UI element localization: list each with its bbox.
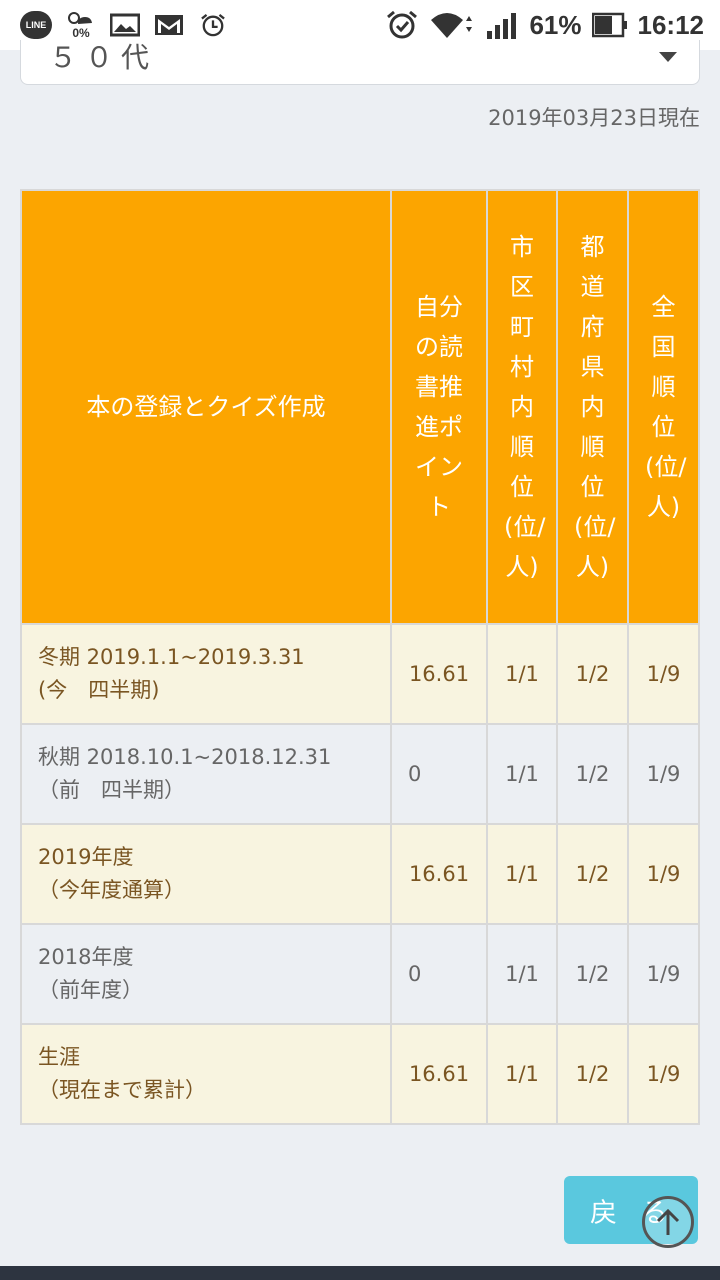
national-rank-cell: 1/9: [627, 923, 700, 1025]
weather-icon: 0%: [66, 11, 96, 39]
scroll-to-top-button[interactable]: [642, 1196, 694, 1248]
header-category: 本の登録とクイズ作成: [20, 189, 392, 625]
clock-time: 16:12: [637, 9, 705, 40]
ranking-table: 本の登録とクイズ作成 自分の読書推進ポイント 市区町村内順位(位/人) 都道府県…: [20, 189, 700, 1125]
period-label: 2018年度: [38, 945, 134, 969]
city-rank-cell: 1/1: [486, 723, 558, 825]
table-row: 秋期 2018.10.1~2018.12.31 （前 四半期） 0 1/1 1/2…: [20, 723, 700, 825]
row-period: 秋期 2018.10.1~2018.12.31 （前 四半期）: [20, 723, 392, 825]
points-cell: 16.61: [390, 623, 488, 725]
header-national-rank: 全国順位(位/人): [627, 189, 700, 625]
wifi-icon: [431, 13, 473, 38]
age-group-select[interactable]: ５０代: [20, 40, 700, 85]
footer-bar: [0, 1266, 720, 1280]
table-header-row: 本の登録とクイズ作成 自分の読書推進ポイント 市区町村内順位(位/人) 都道府県…: [20, 189, 700, 625]
header-points: 自分の読書推進ポイント: [390, 189, 488, 625]
points-cell: 0: [390, 723, 488, 825]
battery-icon: [591, 12, 627, 38]
city-rank-cell: 1/1: [486, 923, 558, 1025]
as-of-date: 2019年03月23日現在: [488, 106, 700, 130]
alarm-clock-icon: [387, 10, 418, 39]
pref-rank-cell: 1/2: [556, 623, 629, 725]
alarm-icon: [201, 13, 225, 37]
battery-percent: 61%: [529, 9, 582, 40]
row-period: 冬期 2019.1.1~2019.3.31 (今 四半期): [20, 623, 392, 725]
row-period: 2019年度 （今年度通算）: [20, 823, 392, 925]
period-label: 2019年度: [38, 845, 134, 869]
header-city-rank: 市区町村内順位(位/人): [486, 189, 558, 625]
row-period: 2018年度 （前年度）: [20, 923, 392, 1025]
national-rank-cell: 1/9: [627, 1023, 700, 1125]
table-row: 生涯 （現在まで累計） 16.61 1/1 1/2 1/9: [20, 1023, 700, 1125]
pref-rank-cell: 1/2: [556, 1023, 629, 1125]
city-rank-cell: 1/1: [486, 1023, 558, 1125]
pref-rank-cell: 1/2: [556, 723, 629, 825]
national-rank-cell: 1/9: [627, 623, 700, 725]
national-rank-cell: 1/9: [627, 823, 700, 925]
city-rank-cell: 1/1: [486, 823, 558, 925]
table-row: 冬期 2019.1.1~2019.3.31 (今 四半期) 16.61 1/1 1…: [20, 623, 700, 725]
points-cell: 16.61: [390, 823, 488, 925]
period-sub: （前年度）: [38, 978, 143, 1002]
gmail-icon: [155, 15, 183, 35]
period-label: 秋期 2018.10.1~2018.12.31: [38, 745, 332, 769]
line-icon: LINE: [20, 11, 52, 39]
points-cell: 16.61: [390, 1023, 488, 1125]
row-period: 生涯 （現在まで累計）: [20, 1023, 392, 1125]
table-row: 2018年度 （前年度） 0 1/1 1/2 1/9: [20, 923, 700, 1025]
points-cell: 0: [390, 923, 488, 1025]
period-sub: (今 四半期): [38, 678, 160, 702]
national-rank-cell: 1/9: [627, 723, 700, 825]
pref-rank-cell: 1/2: [556, 823, 629, 925]
signal-icon: [487, 13, 517, 39]
arrow-up-icon: [656, 1208, 680, 1235]
table-row: 2019年度 （今年度通算） 16.61 1/1 1/2 1/9: [20, 823, 700, 925]
period-sub: （前 四半期）: [38, 778, 185, 802]
header-pref-rank: 都道府県内順位(位/人): [556, 189, 629, 625]
gallery-icon: [110, 13, 140, 37]
pref-rank-cell: 1/2: [556, 923, 629, 1025]
city-rank-cell: 1/1: [486, 623, 558, 725]
period-sub: （今年度通算）: [38, 878, 185, 902]
chevron-down-icon: [659, 52, 677, 62]
period-label: 生涯: [38, 1045, 80, 1069]
period-label: 冬期 2019.1.1~2019.3.31: [38, 645, 305, 669]
age-group-value: ５０代: [49, 41, 158, 74]
period-sub: （現在まで累計）: [38, 1078, 206, 1102]
